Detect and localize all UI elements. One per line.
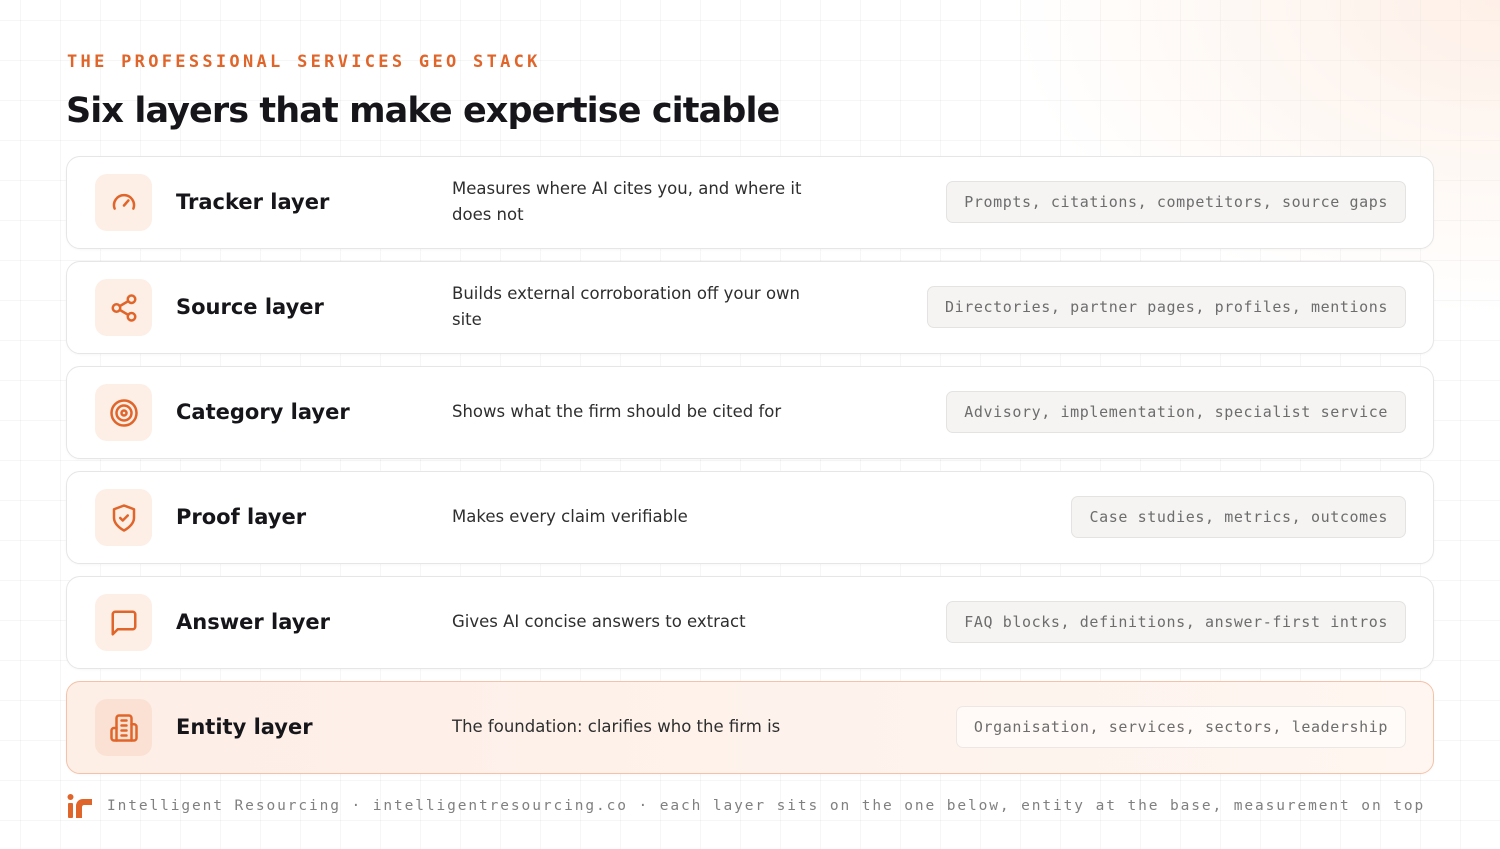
layer-icon-box xyxy=(95,594,152,651)
layer-description: Measures where AI cites you, and where i… xyxy=(452,179,802,224)
layer-stack: Tracker layer Measures where AI cites yo… xyxy=(66,156,1434,786)
layer-description: Builds external corroboration off your o… xyxy=(452,284,800,329)
target-icon xyxy=(109,398,138,427)
gauge-icon xyxy=(112,193,135,210)
page-title: Six layers that make expertise citable xyxy=(66,91,780,131)
layer-icon-box xyxy=(95,489,152,546)
layer-description: Shows what the firm should be cited for xyxy=(452,402,782,421)
layer-tags: Prompts, citations, competitors, source … xyxy=(946,181,1406,223)
layer-tags: Organisation, services, sectors, leaders… xyxy=(955,706,1406,748)
layer-card-source: Source layer Builds external corroborati… xyxy=(66,261,1434,354)
layer-card-category: Category layer Shows what the firm shoul… xyxy=(66,366,1434,459)
shield-check-icon xyxy=(112,503,135,532)
layer-name: Answer layer xyxy=(176,610,331,634)
layer-name: Category layer xyxy=(176,400,350,424)
message-square-icon xyxy=(111,610,136,635)
layer-tags: Advisory, implementation, specialist ser… xyxy=(946,391,1406,433)
layer-icon-box xyxy=(95,279,152,336)
layer-name: Tracker layer xyxy=(176,190,330,214)
layer-name: Entity layer xyxy=(176,715,313,739)
layer-description: Gives AI concise answers to extract xyxy=(452,612,746,631)
building-icon xyxy=(109,713,138,742)
footer-text: Intelligent Resourcing · intelligentreso… xyxy=(107,798,1426,814)
layer-icon-box xyxy=(95,384,152,441)
layer-card-proof: Proof layer Makes every claim verifiable… xyxy=(66,471,1434,564)
layer-card-tracker: Tracker layer Measures where AI cites yo… xyxy=(66,156,1434,249)
layer-icon-box xyxy=(95,699,152,756)
layer-card-entity: Entity layer The foundation: clarifies w… xyxy=(66,681,1434,774)
layer-tags: FAQ blocks, definitions, answer-first in… xyxy=(946,601,1406,643)
layer-tags: Directories, partner pages, profiles, me… xyxy=(926,286,1406,328)
eyebrow-label: THE PROFESSIONAL SERVICES GEO STACK xyxy=(67,52,541,72)
layer-tags: Case studies, metrics, outcomes xyxy=(1071,496,1406,538)
layer-name: Source layer xyxy=(176,295,324,319)
intelligent-resourcing-logo xyxy=(67,794,92,818)
share-icon xyxy=(111,293,136,322)
layer-description: The foundation: clarifies who the firm i… xyxy=(452,717,781,736)
layer-card-answer: Answer layer Gives AI concise answers to… xyxy=(66,576,1434,669)
footer: Intelligent Resourcing · intelligentreso… xyxy=(66,792,1425,820)
layer-description: Makes every claim verifiable xyxy=(452,507,688,526)
layer-icon-box xyxy=(95,174,152,231)
layer-name: Proof layer xyxy=(176,505,307,529)
